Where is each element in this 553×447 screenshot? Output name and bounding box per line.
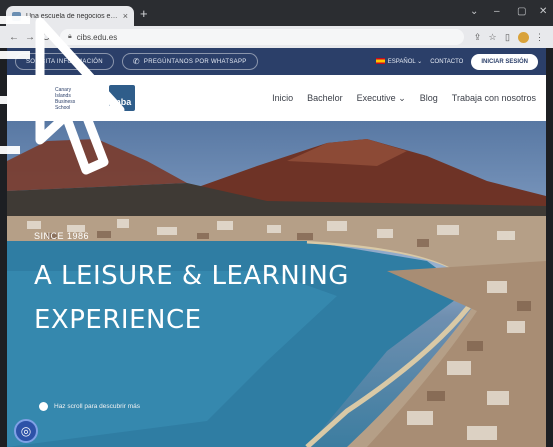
hero-headline: A LEISURE & LEARNING EXPERIENCE [34,254,349,342]
tab-search-icon[interactable]: ⌄ [470,6,478,17]
login-button[interactable]: INICIAR SESIÓN [471,53,538,70]
language-label: ESPAÑOL [387,59,416,65]
nav-item-trabaja[interactable]: Trabaja con nosotros [452,93,536,104]
nav-menu: Inicio Bachelor Executive ⌄ Blog Trabaja… [272,93,536,104]
star-icon[interactable]: ☆ [485,32,500,43]
mouse-scroll-icon [39,402,48,411]
nav-item-bachelor[interactable]: Bachelor [307,93,343,104]
share-icon[interactable]: ⇪ [470,32,485,43]
mouse-cursor-icon [0,16,125,175]
whatsapp-label: PREGÚNTANOS POR WHATSAPP [143,58,247,65]
nav-item-blog[interactable]: Blog [420,93,438,104]
fingerprint-icon[interactable]: ◎ [14,419,38,443]
sidebar-icon[interactable]: ▯ [500,32,515,43]
contact-link[interactable]: CONTACTO [430,59,463,65]
language-selector[interactable]: ESPAÑOL ⌄ [375,58,422,65]
chevron-down-icon: ⌄ [398,92,406,103]
hero-headline-line-1: A LEISURE & LEARNING [34,261,349,291]
profile-avatar[interactable] [518,31,529,43]
hero-headline-line-2: EXPERIENCE [34,305,202,335]
nav-item-executive[interactable]: Executive ⌄ [357,93,406,104]
menu-kebab-icon[interactable]: ⋮ [532,32,547,43]
scroll-hint[interactable]: Haz scroll para descubrir más [39,402,140,411]
nav-item-executive-label: Executive [356,92,396,103]
whatsapp-button[interactable]: ✆ PREGÚNTANOS POR WHATSAPP [121,53,258,70]
close-window-button[interactable]: ✕ [539,6,547,17]
minimize-button[interactable]: – [494,6,500,17]
hero-since-label: SINCE 1986 [34,231,90,241]
flag-spain-icon [375,58,385,65]
maximize-button[interactable]: ▢ [517,6,526,17]
new-tab-button[interactable]: + [140,7,148,21]
scroll-hint-text: Haz scroll para descubrir más [54,403,140,410]
nav-item-inicio[interactable]: Inicio [272,93,293,104]
